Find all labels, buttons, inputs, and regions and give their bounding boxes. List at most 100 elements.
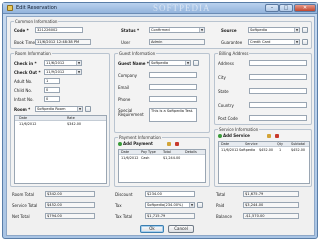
table-cell: $342.00 [67, 122, 82, 126]
edit-reservation-window: Edit Reservation SOFTPEDIA – □ ✕ Common … [2, 2, 318, 239]
city-label: City [218, 75, 226, 80]
service-grid[interactable]: Date Service Qty Subtotal 11/6/2012 Soft… [218, 141, 310, 184]
column-header[interactable]: Total [163, 150, 171, 155]
code-value: 321226002 [37, 28, 58, 32]
state-field[interactable] [249, 88, 307, 94]
guarantee-value: Credit Card [250, 40, 271, 44]
column-header[interactable]: Details [185, 150, 197, 155]
phone-field[interactable] [149, 96, 197, 102]
adult-stepper[interactable]: 1 [44, 78, 60, 84]
guarantee-browse-button[interactable] [302, 39, 308, 45]
add-service-button[interactable]: Add Service [218, 133, 250, 139]
status-select[interactable]: Confirmed ▼ [149, 27, 205, 33]
chevron-down-icon[interactable]: ▼ [76, 61, 81, 65]
window-title: Edit Reservation [16, 5, 57, 11]
edit-service-button[interactable] [267, 133, 272, 139]
chevron-down-icon[interactable]: ▼ [185, 61, 190, 65]
billing-address-title: Billing Address [218, 51, 250, 56]
status-label: Status * [121, 28, 140, 33]
tax-label: Tax [115, 203, 122, 208]
tax-select[interactable]: Softpedia(234.00%) ▼ [145, 202, 195, 208]
chevron-down-icon[interactable]: ▼ [76, 70, 81, 74]
table-cell: Softpedia [239, 148, 256, 152]
status-value: Confirmed [151, 28, 170, 32]
chevron-down-icon[interactable]: ▼ [294, 28, 299, 32]
check-out-label: Check Out * [14, 70, 41, 75]
check-in-date-picker[interactable]: 11/6/2012 ▼ [44, 60, 82, 66]
infant-stepper[interactable]: 0 [44, 96, 60, 102]
guest-name-value: Softpedia [151, 61, 169, 65]
room-rate-grid[interactable]: Date Rate 11/6/2012 $342.00 [14, 115, 107, 184]
table-row[interactable]: 11/6/2012 Cash $1,244.00 [119, 156, 205, 161]
column-header[interactable]: Date [221, 142, 229, 147]
room-select[interactable]: Softpedia Room ▼ [35, 106, 83, 112]
column-header[interactable]: Subtotal [291, 142, 305, 147]
edit-payment-button[interactable] [167, 141, 172, 147]
special-requirement-value: This is a Softpedia Test. [151, 109, 194, 113]
guarantee-label: Guarantee [221, 40, 243, 45]
chevron-down-icon[interactable]: ▼ [189, 203, 194, 207]
check-out-value: 11/9/2012 [46, 70, 65, 74]
delete-payment-button[interactable] [175, 141, 180, 147]
special-requirement-textarea[interactable]: This is a Softpedia Test. [149, 108, 197, 122]
source-browse-button[interactable] [302, 27, 308, 33]
check-in-label: Check in * [14, 61, 37, 66]
adult-label: Adult No. [14, 79, 33, 84]
post-code-label: Post Code [218, 116, 238, 121]
delete-service-button[interactable] [275, 133, 280, 139]
minimize-button[interactable]: – [265, 4, 279, 12]
discount-field[interactable]: $234.00 [145, 191, 195, 197]
total-label: Total [216, 192, 226, 197]
check-in-value: 11/6/2012 [46, 61, 65, 65]
balance-label: Balance [216, 214, 232, 219]
source-select[interactable]: Softpedia ▼ [248, 27, 300, 33]
column-header[interactable]: Date [121, 150, 129, 155]
guarantee-select[interactable]: Credit Card ▼ [248, 39, 300, 45]
table-cell: 1 [279, 148, 282, 152]
city-field[interactable] [249, 74, 307, 80]
address-field[interactable] [249, 60, 307, 66]
check-out-date-picker[interactable]: 11/9/2012 ▼ [44, 69, 82, 75]
payment-grid-header: Date Pay Type Total Details [119, 150, 205, 155]
child-stepper[interactable]: 0 [44, 87, 60, 93]
column-header[interactable]: Pay Type [141, 150, 156, 155]
title-bar[interactable]: Edit Reservation SOFTPEDIA – □ ✕ [3, 3, 317, 14]
child-label: Child No. [14, 88, 33, 93]
ok-button[interactable]: Ok [140, 225, 164, 233]
company-field[interactable] [149, 72, 197, 78]
country-field[interactable] [249, 102, 307, 108]
book-time-field[interactable]: 11/6/2012 12:48:38 PM [35, 39, 91, 45]
chevron-down-icon[interactable]: ▼ [294, 40, 299, 44]
pencil-icon [267, 133, 271, 138]
guest-browse-button[interactable] [193, 60, 199, 66]
column-header[interactable]: Rate [67, 116, 75, 121]
email-field[interactable] [149, 84, 197, 90]
table-cell: 11/6/2012 [19, 122, 37, 126]
column-header[interactable]: Qty [277, 142, 283, 147]
table-row[interactable]: 11/6/2012 $342.00 [15, 122, 106, 127]
child-value: 0 [46, 88, 49, 92]
cancel-button[interactable]: Cancel [168, 225, 194, 233]
chevron-down-icon[interactable]: ▼ [77, 107, 82, 111]
post-code-field[interactable] [249, 115, 307, 121]
user-field[interactable]: Admin [149, 39, 205, 45]
book-time-label: Book Time [14, 40, 36, 45]
tax-browse-button[interactable] [197, 202, 203, 208]
add-payment-label: Add Payment [123, 141, 153, 146]
chevron-down-icon[interactable]: ▼ [199, 28, 204, 32]
maximize-button[interactable]: □ [279, 4, 293, 12]
code-field[interactable]: 321226002 [35, 27, 83, 33]
table-cell: $452.00 [291, 148, 306, 152]
add-payment-button[interactable]: Add Payment [118, 141, 153, 147]
net-total-value: $794.00 [47, 214, 62, 218]
column-header[interactable]: Service [245, 142, 258, 147]
delete-icon [175, 141, 179, 146]
close-button[interactable]: ✕ [294, 4, 316, 12]
plus-icon [118, 141, 122, 146]
guest-name-select[interactable]: Softpedia ▼ [149, 60, 191, 66]
tax-value: Softpedia(234.00%) [147, 203, 183, 207]
table-row[interactable]: 11/6/2012 Softpedia $452.00 1 $452.00 [219, 148, 309, 153]
column-header[interactable]: Date [19, 116, 27, 121]
room-browse-button[interactable] [85, 106, 91, 112]
payment-grid[interactable]: Date Pay Type Total Details 11/6/2012 Ca… [118, 149, 206, 183]
